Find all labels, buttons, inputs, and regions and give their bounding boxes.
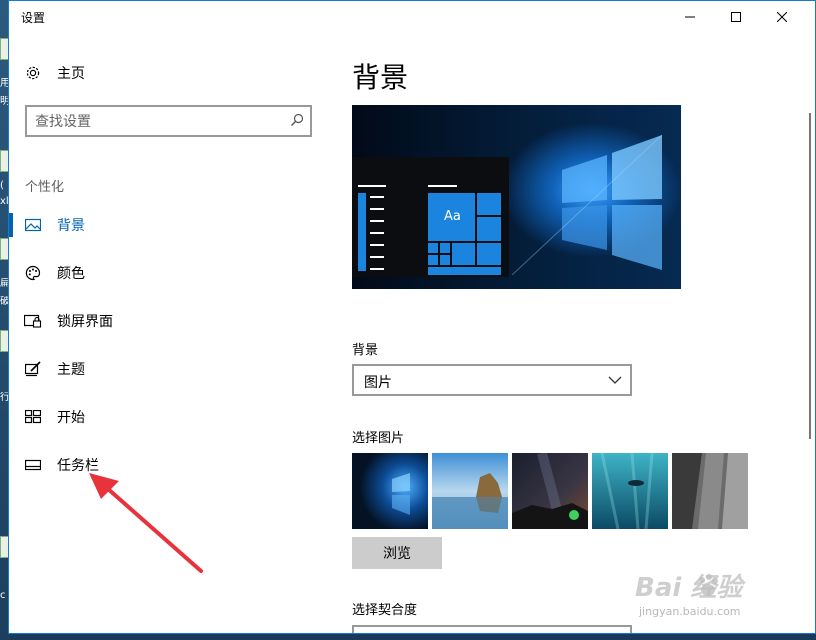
background-type-dropdown[interactable]: 图片	[352, 364, 632, 396]
scrollbar[interactable]	[809, 113, 811, 439]
picture-thumbnail[interactable]	[672, 453, 748, 529]
page-title: 背景	[352, 61, 409, 94]
minimize-button[interactable]	[667, 1, 713, 33]
sidebar-item-label: 背景	[57, 218, 85, 234]
browse-button[interactable]: 浏览	[352, 537, 442, 569]
watermark-url: jingyan.baidu.com	[639, 605, 741, 618]
sidebar-item-label: 颜色	[57, 266, 85, 282]
sidebar-item-start[interactable]: 开始	[9, 395, 309, 439]
title-bar[interactable]: 设置	[9, 1, 815, 33]
minimize-icon	[685, 16, 695, 18]
choose-picture-label: 选择图片	[352, 431, 405, 446]
picture-thumbnail[interactable]	[432, 453, 508, 529]
baidu-watermark: Bai 经验 jingyan.baidu.com	[599, 567, 779, 627]
start-menu-mock: Aa	[352, 157, 509, 277]
sidebar-item-themes[interactable]: 主题	[9, 347, 309, 391]
picture-thumbnail[interactable]	[512, 453, 588, 529]
windows-logo-light-icon	[512, 134, 663, 275]
close-button[interactable]	[759, 1, 805, 33]
close-icon	[777, 12, 787, 22]
start-tiles-icon	[9, 410, 57, 424]
watermark-brand: Bai 经验	[635, 573, 743, 603]
fit-label: 选择契合度	[352, 603, 418, 618]
window-title: 设置	[21, 11, 46, 25]
background-type-label: 背景	[352, 343, 379, 358]
picture-icon	[9, 218, 57, 232]
sidebar-item-label: 开始	[57, 410, 85, 426]
settings-window: 设置 主页 个性化 背景 颜色	[8, 0, 816, 634]
sidebar-item-background[interactable]: 背景	[9, 203, 309, 247]
chevron-down-icon	[608, 376, 622, 384]
palette-icon	[9, 265, 57, 281]
lock-screen-icon	[9, 314, 57, 328]
background-preview: Aa	[352, 105, 681, 289]
sidebar-item-colors[interactable]: 颜色	[9, 251, 309, 295]
sidebar-item-label: 锁屏界面	[57, 314, 113, 330]
theme-brush-icon	[9, 361, 57, 377]
preview-tile-text: Aa	[444, 209, 461, 224]
maximize-button[interactable]	[713, 1, 759, 33]
gear-icon	[9, 65, 57, 81]
picture-thumbnail[interactable]	[352, 453, 428, 529]
annotation-arrow-icon	[89, 473, 203, 573]
active-indicator	[9, 213, 13, 237]
sidebar-item-label: 主页	[57, 66, 85, 82]
picture-thumbnail[interactable]	[592, 453, 668, 529]
sidebar-item-label: 主题	[57, 362, 85, 378]
sidebar-item-lock-screen[interactable]: 锁屏界面	[9, 299, 309, 343]
taskbar-icon	[9, 459, 57, 471]
fit-dropdown[interactable]	[352, 625, 632, 633]
sidebar-item-home[interactable]: 主页	[9, 51, 309, 95]
start-menu-lines	[358, 185, 501, 275]
dropdown-selected-value: 图片	[364, 375, 392, 391]
maximize-icon	[731, 12, 741, 22]
search-input[interactable]	[35, 112, 275, 132]
search-box[interactable]	[25, 105, 312, 137]
section-title: 个性化	[25, 180, 65, 195]
paw-icon	[699, 574, 718, 596]
search-icon[interactable]	[290, 113, 304, 127]
